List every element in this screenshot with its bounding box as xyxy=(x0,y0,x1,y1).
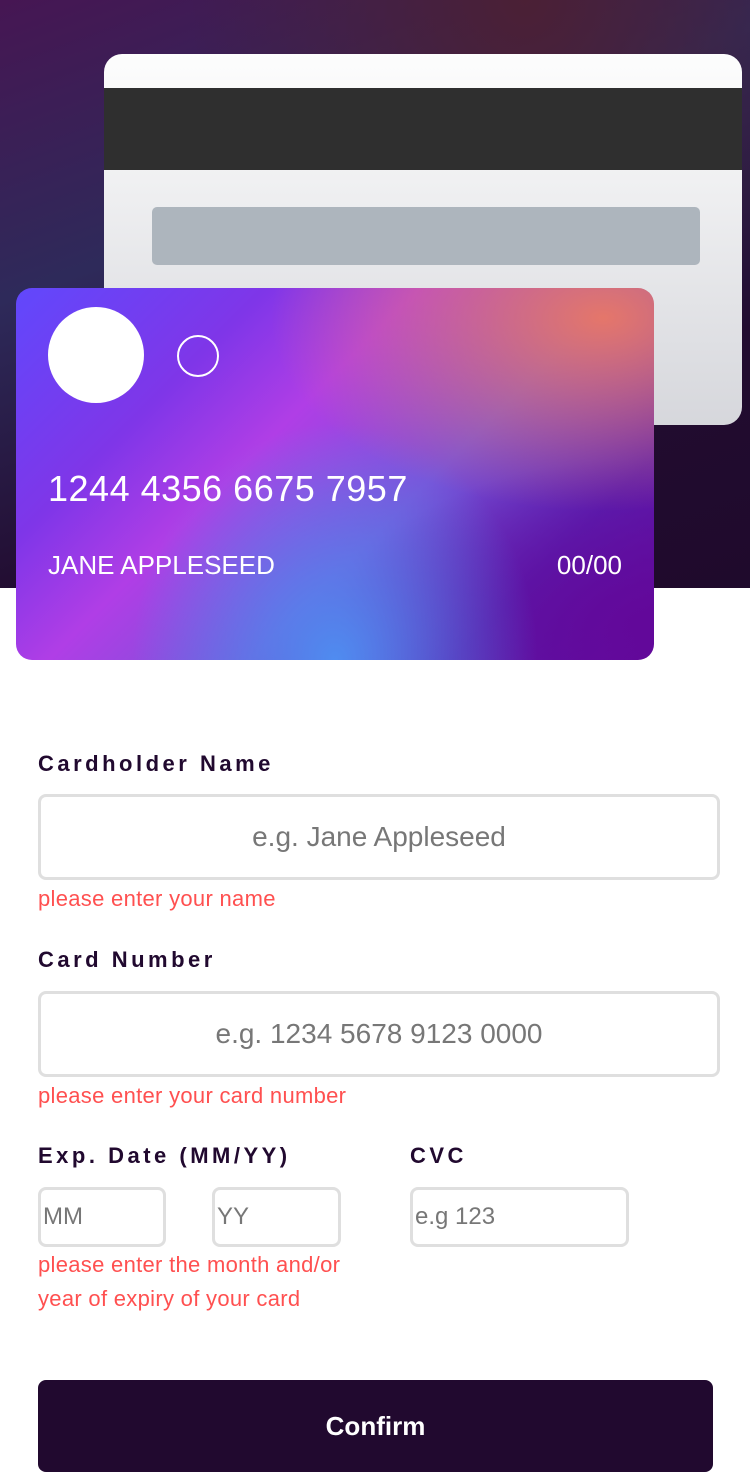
name-error: please enter your name xyxy=(38,886,276,911)
cvc-strip xyxy=(152,207,700,265)
card-number-display: 1244 4356 6675 7957 xyxy=(48,468,408,509)
card-number-input[interactable] xyxy=(38,991,720,1077)
card-name-display: JANE APPLESEED xyxy=(48,550,275,580)
card-logo-outline-circle-icon xyxy=(177,335,219,377)
exp-month-input[interactable] xyxy=(38,1187,166,1247)
card-logo-filled-circle-icon xyxy=(48,307,144,403)
card-front: 1244 4356 6675 7957 JANE APPLESEED 00/00 xyxy=(16,288,654,660)
cvc-label: CVC xyxy=(410,1143,467,1168)
card-number-error: please enter your card number xyxy=(38,1083,347,1108)
exp-date-error: please enter the month and/or year of ex… xyxy=(38,1252,341,1311)
cvc-input[interactable] xyxy=(410,1187,629,1247)
card-expiry-display: 00/00 xyxy=(556,550,622,580)
card-number-label: Card Number xyxy=(38,947,216,972)
exp-date-label: Exp. Date (MM/YY) xyxy=(38,1143,291,1168)
cardholder-name-label: Cardholder Name xyxy=(38,751,274,776)
magnetic-stripe xyxy=(104,88,742,170)
cardholder-name-input[interactable] xyxy=(38,794,720,880)
exp-year-input[interactable] xyxy=(212,1187,341,1247)
confirm-button[interactable]: Confirm xyxy=(38,1380,713,1472)
